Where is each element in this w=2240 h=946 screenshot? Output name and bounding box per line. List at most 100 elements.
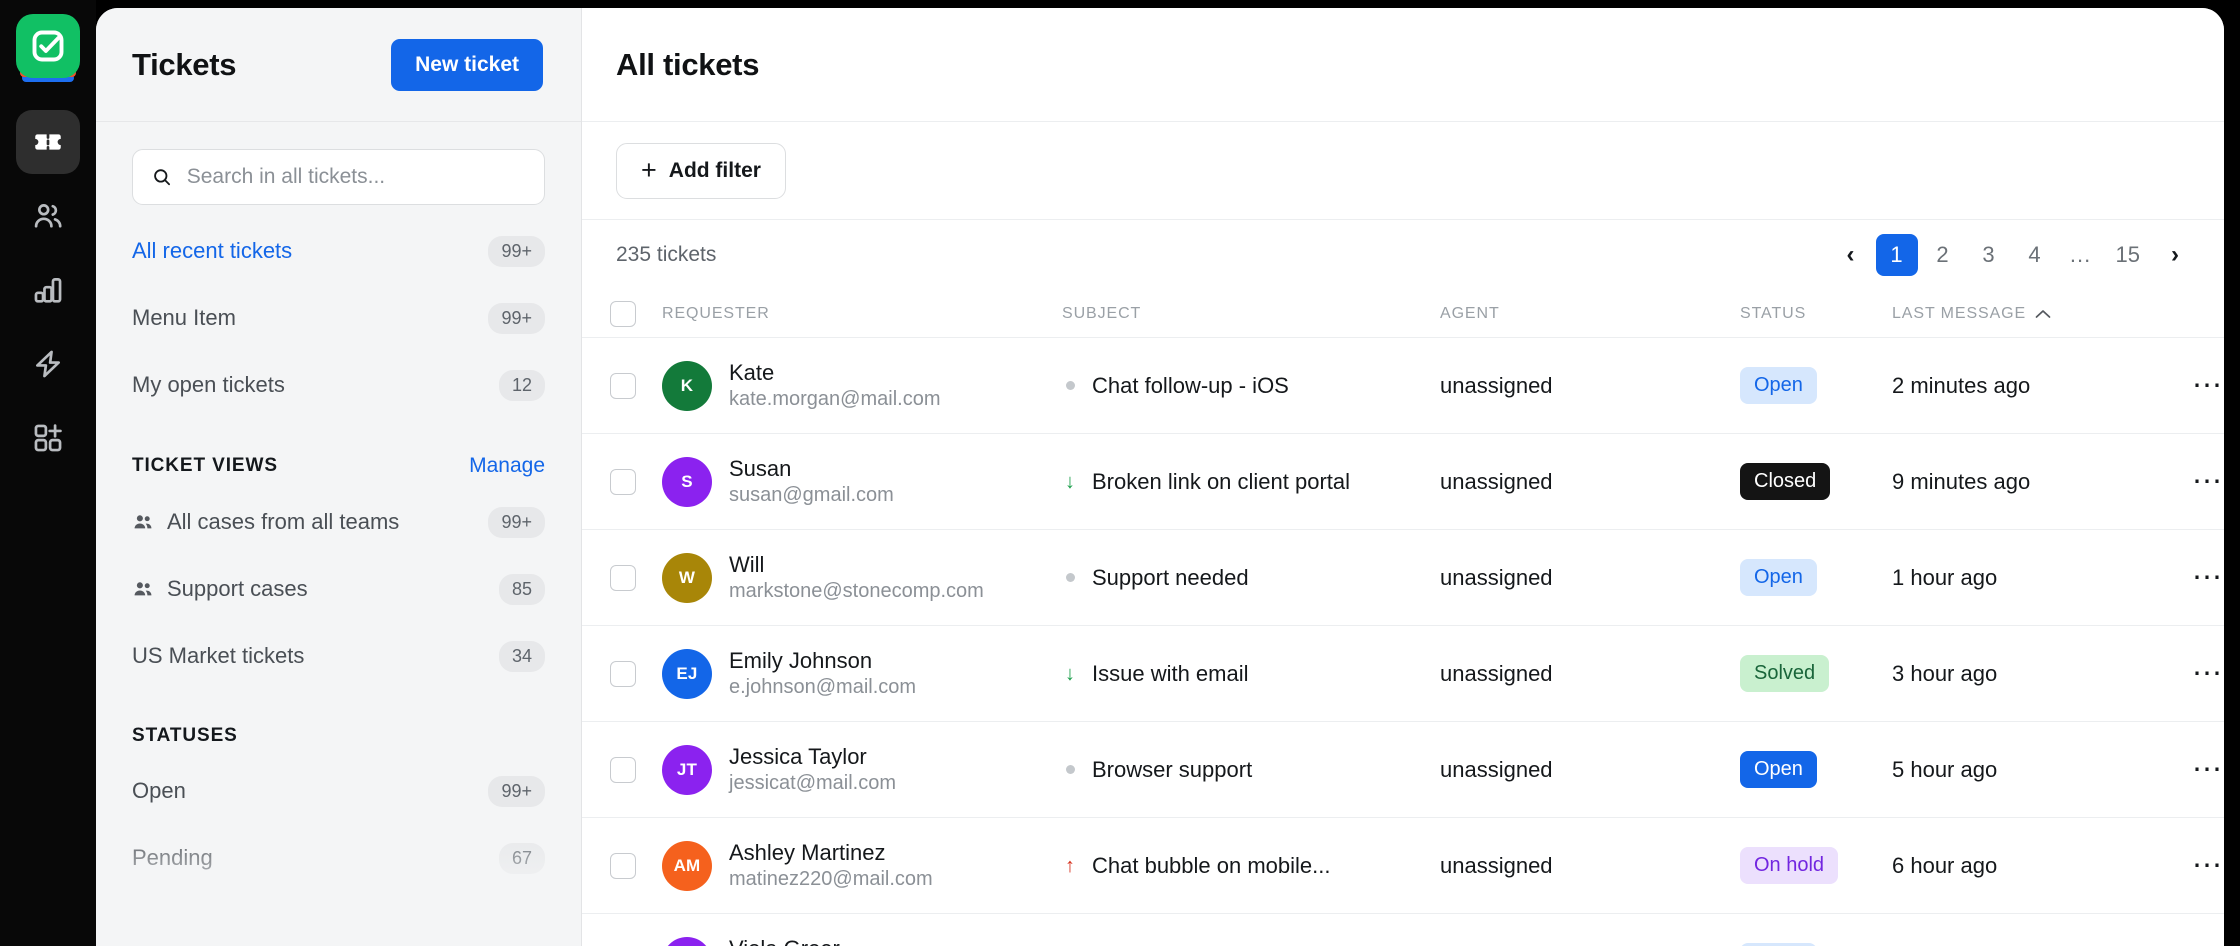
ticket-views-header: TICKET VIEWS Manage (96, 428, 581, 478)
requester-email: kate.morgan@mail.com (729, 386, 940, 412)
ellipsis-icon[interactable]: ⋯ (2192, 666, 2224, 681)
rail-item-apps[interactable] (16, 406, 80, 470)
sidebar-item-label: My open tickets (132, 372, 285, 398)
add-filter-button[interactable]: + Add filter (616, 143, 786, 199)
sidebar-item-my-open-tickets[interactable]: My open tickets 12 (132, 361, 545, 409)
sidebar-item-count: 85 (499, 574, 545, 605)
agent-cell: unassigned (1440, 565, 1740, 591)
table-header: REQUESTER SUBJECT AGENT STATUS LAST MESS… (582, 290, 2224, 338)
requester-cell: BW Viola Greer violagreer@yahoo.com (662, 935, 1062, 946)
sidebar-item-status-open[interactable]: Open 99+ (132, 767, 545, 815)
table-row[interactable]: JT Jessica Taylor jessicat@mail.com Brow… (582, 722, 2224, 818)
column-header-requester[interactable]: REQUESTER (662, 305, 1062, 323)
row-checkbox[interactable] (610, 373, 636, 399)
sidebar-item-all-cases-from-all-teams[interactable]: All cases from all teams 99+ (132, 498, 545, 546)
app-logo[interactable] (16, 14, 80, 90)
rail-item-automations[interactable] (16, 332, 80, 396)
subject-text: Broken link on client portal (1092, 469, 1350, 495)
ellipsis-icon[interactable]: ⋯ (2192, 858, 2224, 873)
table-row[interactable]: W Will markstone@stonecomp.com Support n… (582, 530, 2224, 626)
table-row[interactable]: K Kate kate.morgan@mail.com Chat follow-… (582, 338, 2224, 434)
sidebar-item-status-pending[interactable]: Pending 67 (132, 834, 545, 882)
requester-email: jessicat@mail.com (729, 770, 896, 796)
sidebar-item-count: 99+ (488, 236, 545, 267)
sidebar-item-label: Support cases (167, 576, 308, 602)
avatar: BW (662, 937, 712, 946)
table-row[interactable]: S Susan susan@gmail.com ↓ Broken link on… (582, 434, 2224, 530)
row-checkbox[interactable] (610, 469, 636, 495)
table-row[interactable]: AM Ashley Martinez matinez220@mail.com ↑… (582, 818, 2224, 914)
page-1-button[interactable]: 1 (1876, 234, 1918, 276)
sidebar-item-all-recent-tickets[interactable]: All recent tickets 99+ (132, 227, 545, 275)
search-box[interactable] (132, 149, 545, 205)
column-header-subject[interactable]: SUBJECT (1062, 305, 1440, 323)
chevron-right-icon[interactable]: › (2154, 234, 2196, 276)
requester-cell: K Kate kate.morgan@mail.com (662, 359, 1062, 413)
page-2-button[interactable]: 2 (1922, 234, 1964, 276)
row-checkbox[interactable] (610, 757, 636, 783)
page-15-button[interactable]: 15 (2106, 234, 2150, 276)
row-checkbox[interactable] (610, 853, 636, 879)
row-select-cell (610, 661, 662, 687)
people-icon (132, 511, 154, 533)
subject-cell: Browser support (1062, 757, 1440, 783)
priority-normal-icon (1062, 381, 1078, 390)
priority-low-icon: ↓ (1062, 664, 1078, 684)
page-4-button[interactable]: 4 (2014, 234, 2056, 276)
logo-mark (16, 14, 80, 78)
subject-cell: ↓ Issue with email (1062, 661, 1440, 687)
last-message-cell: 5 hour ago (1892, 757, 2192, 783)
status-badge[interactable]: Open (1740, 751, 1817, 788)
sidebar-item-us-market-tickets[interactable]: US Market tickets 34 (132, 632, 545, 680)
sidebar-nav-primary: All recent tickets 99+ Menu Item 99+ My … (96, 205, 581, 409)
subject-text: Support needed (1092, 565, 1249, 591)
rail-item-tickets[interactable] (16, 110, 80, 174)
agent-cell: unassigned (1440, 373, 1740, 399)
chevron-left-icon[interactable]: ‹ (1830, 234, 1872, 276)
ellipsis-icon[interactable]: ⋯ (2192, 762, 2224, 777)
sidebar-item-menu-item[interactable]: Menu Item 99+ (132, 294, 545, 342)
sidebar-item-count: 12 (499, 370, 545, 401)
row-select-cell (610, 373, 662, 399)
table-row[interactable]: EJ Emily Johnson e.johnson@mail.com ↓ Is… (582, 626, 2224, 722)
status-badge: Solved (1740, 655, 1829, 692)
agent-cell: unassigned (1440, 469, 1740, 495)
ellipsis-icon[interactable]: ⋯ (2192, 474, 2224, 489)
manage-views-link[interactable]: Manage (469, 454, 545, 478)
requester-cell: AM Ashley Martinez matinez220@mail.com (662, 839, 1062, 893)
avatar: AM (662, 841, 712, 891)
subject-cell: ↑ Chat bubble on mobile... (1062, 853, 1440, 879)
status-cell: Open (1740, 559, 1892, 596)
status-badge: Closed (1740, 463, 1830, 500)
count-and-pagination-bar: 235 tickets ‹ 1 2 3 4 ... 15 › (582, 220, 2224, 290)
select-all-checkbox[interactable] (610, 301, 636, 327)
subject-cell: Chat follow-up - iOS (1062, 373, 1440, 399)
requester-name: Viola Greer (729, 935, 935, 946)
column-header-status[interactable]: STATUS (1740, 305, 1892, 323)
table-row[interactable]: BW Viola Greer violagreer@yahoo.com Love… (582, 914, 2224, 946)
subject-text: Issue with email (1092, 661, 1249, 687)
ellipsis-icon[interactable]: ⋯ (2192, 570, 2224, 585)
sidebar-item-support-cases[interactable]: Support cases 85 (132, 565, 545, 613)
row-checkbox[interactable] (610, 661, 636, 687)
ellipsis-icon[interactable]: ⋯ (2192, 378, 2224, 393)
rail-item-reports[interactable] (16, 258, 80, 322)
people-icon (132, 578, 154, 600)
last-message-cell: 6 hour ago (1892, 853, 2192, 879)
page-3-button[interactable]: 3 (1968, 234, 2010, 276)
status-cell: On hold (1740, 847, 1892, 884)
sidebar-item-label: US Market tickets (132, 643, 304, 669)
row-checkbox[interactable] (610, 565, 636, 591)
requester-name: Emily Johnson (729, 647, 916, 675)
global-nav-rail (0, 0, 96, 946)
statuses-title: STATUSES (132, 725, 238, 747)
ticket-views-title: TICKET VIEWS (132, 455, 278, 477)
add-filter-label: Add filter (669, 159, 761, 183)
column-header-agent[interactable]: AGENT (1440, 305, 1740, 323)
new-ticket-button[interactable]: New ticket (391, 39, 543, 91)
column-header-last-message[interactable]: LAST MESSAGE (1892, 305, 2192, 323)
rail-item-contacts[interactable] (16, 184, 80, 248)
avatar: K (662, 361, 712, 411)
search-input[interactable] (187, 165, 526, 189)
requester-cell: W Will markstone@stonecomp.com (662, 551, 1062, 605)
